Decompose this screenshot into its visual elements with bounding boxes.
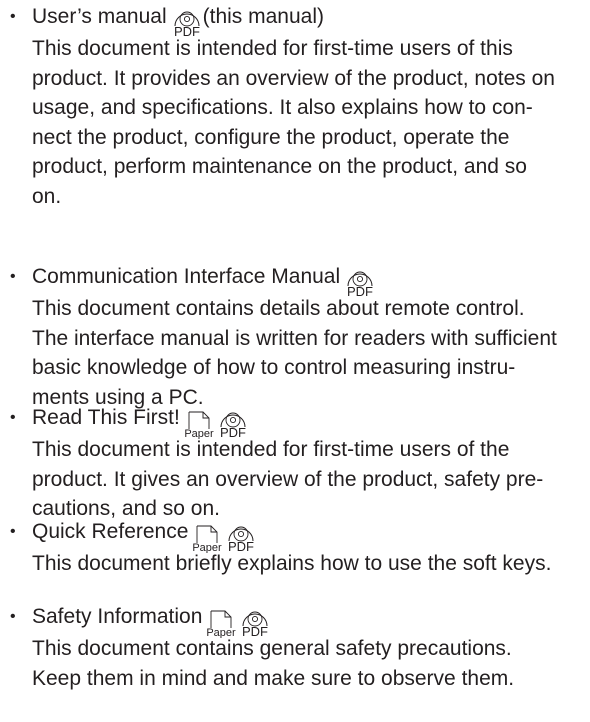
description-line: This document contains general safety pr… [32,637,512,660]
item-title-line: • Communication Interface Manual PDF [0,262,590,298]
bullet: • [10,608,16,625]
document-list: • User’s manual PDF (this manual) This doc… [0,0,590,722]
item-description: This document is intended for first-time… [32,435,587,524]
item-title: User’s manual [32,5,167,28]
item-title-line: • Safety Information Paper PDF [0,602,590,638]
description-line: product. It provides an overview of the … [32,66,555,90]
description-line: This document is intended for first-time… [32,438,510,461]
item-title-suffix: (this manual) [202,5,325,28]
item-title: Communication Interface Manual [32,265,341,288]
description-line: usage, and specifications. It also expla… [32,96,533,119]
item-description: This document contains details about rem… [32,294,587,412]
item-title: Quick Reference [32,520,189,543]
item-title: Read This First! [32,406,180,429]
bullet: • [10,523,16,540]
bullet: • [10,409,16,426]
item-description: This document briefly explains how to us… [32,549,587,579]
bullet: • [10,8,16,25]
list-item-read-this-first: • Read This First! Paper PDF This document… [0,403,590,520]
list-item-communication-interface-manual: • Communication Interface Manual PDF This… [0,262,590,409]
description-line: on. [32,184,62,208]
description-line: Keep them in mind and make sure to obser… [32,666,515,690]
description-line: This document briefly explains how to us… [32,552,552,575]
description-line: This document is intended for first-time… [32,37,513,60]
description-line: product, perform maintenance on the prod… [32,155,527,178]
description-line: basic knowledge of how to control measur… [32,356,516,379]
list-item-users-manual: • User’s manual PDF (this manual) This doc… [0,2,590,208]
item-description: This document contains general safety pr… [32,634,587,693]
description-line: product. It gives an overview of the pro… [32,467,544,491]
item-title-line: • Read This First! Paper PDF [0,403,590,439]
description-line: The interface manual is written for read… [32,326,557,350]
list-item-quick-reference: • Quick Reference Paper PDF This document … [0,517,590,575]
list-item-safety-information: • Safety Information Paper PDF This docume… [0,602,590,690]
item-title: Safety Information [32,605,203,628]
description-line: This document contains details about rem… [32,297,525,320]
item-title-line: • Quick Reference Paper PDF [0,517,590,553]
description-line: nect the product, configure the product,… [32,125,510,149]
bullet: • [10,268,16,285]
item-description: This document is intended for first-time… [32,34,587,211]
item-title-line: • User’s manual PDF (this manual) [0,2,590,38]
